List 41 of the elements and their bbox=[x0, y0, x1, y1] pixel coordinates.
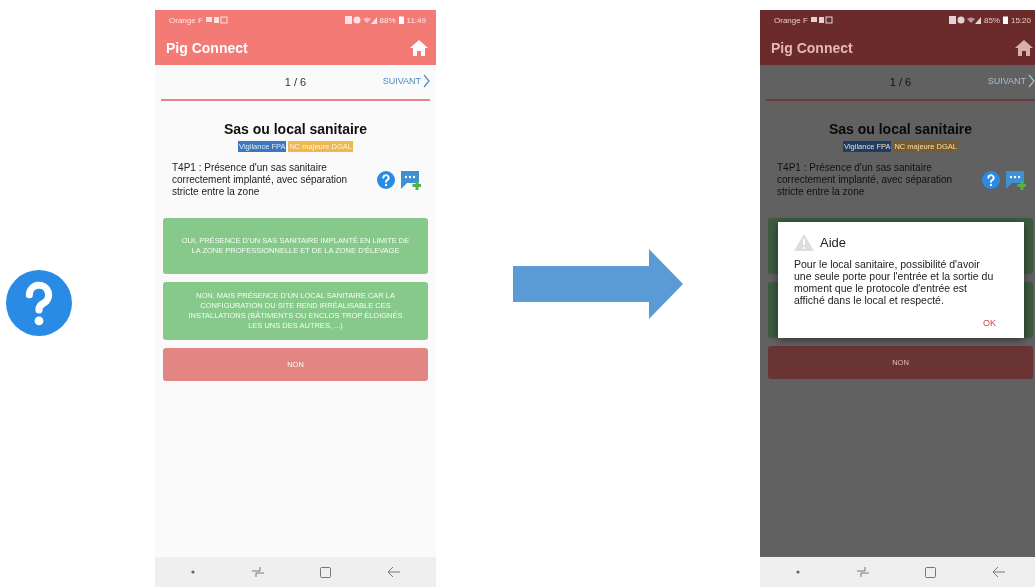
clock-time: 15:20 bbox=[1010, 15, 1031, 25]
status-icons bbox=[344, 16, 377, 24]
notification-icons bbox=[810, 16, 833, 24]
dialog-text: Pour le local sanitaire, possibilité d'avoir une seule porte pour l'entrée et la sortie du moment que le protocole d'entrée est affiché dans le local et respecté. bbox=[794, 258, 995, 306]
home-icon[interactable] bbox=[1015, 39, 1033, 56]
app-title: Pig Connect bbox=[166, 39, 248, 56]
chevron-right-icon bbox=[1028, 74, 1035, 88]
battery-percent: 88% bbox=[379, 15, 396, 25]
question-text: T4P1 : Présence d'un sas sanitaire correctement implanté, avec séparation stricte entre la zone bbox=[777, 162, 954, 198]
back-arrow-icon[interactable] bbox=[387, 567, 400, 577]
comment-add-icon[interactable] bbox=[1006, 170, 1026, 190]
app-title: Pig Connect bbox=[771, 39, 853, 56]
back-arrow-icon[interactable] bbox=[992, 567, 1005, 577]
square-icon[interactable] bbox=[925, 566, 937, 578]
battery-icon bbox=[398, 16, 404, 24]
status-icons bbox=[948, 16, 981, 24]
clock-time: 11:49 bbox=[406, 15, 426, 25]
warning-icon bbox=[794, 234, 814, 251]
dialog-title: Aide bbox=[820, 235, 847, 250]
ok-button[interactable]: OK bbox=[979, 316, 1000, 330]
notification-icons bbox=[205, 16, 228, 24]
dot-icon[interactable] bbox=[191, 570, 196, 574]
dot-icon[interactable] bbox=[796, 570, 801, 574]
carrier-text: Orange F bbox=[169, 15, 203, 25]
help-icon[interactable] bbox=[982, 170, 1000, 189]
battery-percent: 85% bbox=[983, 15, 1000, 25]
square-icon[interactable] bbox=[320, 566, 332, 578]
home-icon[interactable] bbox=[410, 39, 428, 56]
question-text: T4P1 : Présence d'un sas sanitaire correctement implanté, avec séparation stricte entre la zone bbox=[172, 162, 349, 198]
comment-add-icon[interactable] bbox=[401, 170, 421, 190]
battery-icon bbox=[1002, 16, 1008, 24]
carrier-text: Orange F bbox=[774, 15, 808, 25]
next-button[interactable]: SUIVANT bbox=[987, 74, 1035, 88]
question-title: Sas ou local sanitaire bbox=[827, 121, 974, 137]
page-counter: 1 / 6 bbox=[889, 76, 912, 88]
help-icon[interactable] bbox=[377, 170, 395, 189]
next-button[interactable]: SUIVANT bbox=[382, 74, 430, 88]
help-icon[interactable] bbox=[6, 269, 72, 336]
chevron-right-icon bbox=[423, 74, 430, 88]
page-counter: 1 / 6 bbox=[284, 76, 307, 88]
question-title: Sas ou local sanitaire bbox=[222, 121, 369, 137]
